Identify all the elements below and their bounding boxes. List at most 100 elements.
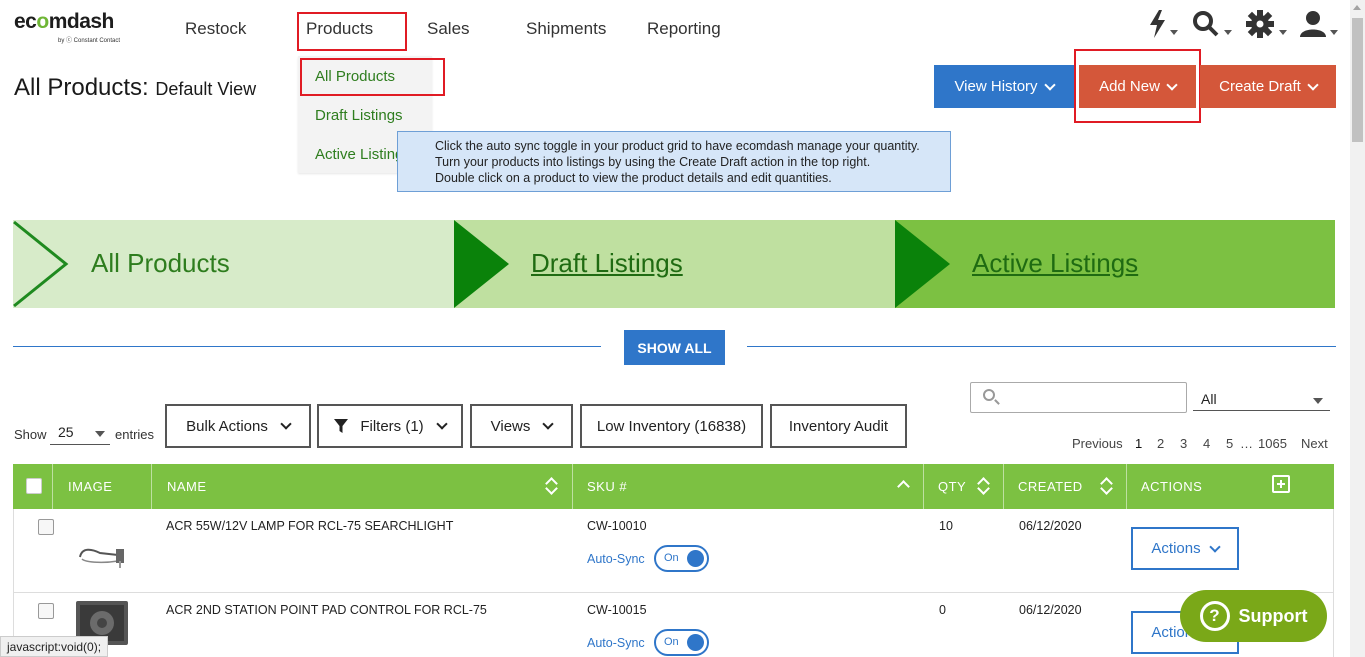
toggle-knob <box>687 634 704 651</box>
pager-previous[interactable]: Previous <box>1072 436 1123 451</box>
search-icon[interactable] <box>1192 10 1222 40</box>
page-scrollbar[interactable] <box>1350 0 1365 657</box>
header-image: IMAGE <box>53 464 152 509</box>
table-row[interactable]: ACR 55W/12V LAMP FOR RCL-75 SEARCHLIGHT … <box>13 509 1334 593</box>
pager-page-5[interactable]: 5 <box>1226 436 1233 451</box>
auto-sync-toggle[interactable]: On <box>654 629 709 656</box>
entries-select[interactable]: 25 <box>50 421 110 445</box>
segment-draft-listings[interactable]: Draft Listings <box>454 220 895 308</box>
sort-icon[interactable] <box>1100 476 1112 496</box>
add-new-highlight-box <box>1074 49 1201 123</box>
auto-sync-label: Auto-Sync <box>587 636 645 650</box>
auto-sync-label: Auto-Sync <box>587 552 645 566</box>
toggle-state-label: On <box>664 636 679 648</box>
page-title-text: All Products: <box>14 74 149 101</box>
search-caret-icon <box>1224 30 1232 35</box>
header-created-label: CREATED <box>1018 479 1083 494</box>
sort-icon[interactable] <box>545 476 557 496</box>
table-row[interactable]: ACR 2ND STATION POINT PAD CONTROL FOR RC… <box>13 593 1334 657</box>
support-label: Support <box>1238 605 1308 626</box>
show-all-button[interactable]: SHOW ALL <box>624 330 725 365</box>
bolt-caret-icon <box>1170 30 1178 35</box>
product-qty: 0 <box>939 603 946 617</box>
view-history-button[interactable]: View History <box>934 65 1074 108</box>
dropdown-draft-listings[interactable]: Draft Listings <box>315 107 403 124</box>
product-sku: CW-10015 <box>587 603 647 617</box>
nav-sales[interactable]: Sales <box>427 19 470 39</box>
product-created: 06/12/2020 <box>1019 519 1082 533</box>
header-qty[interactable]: QTY <box>924 464 1004 509</box>
search-scope-select[interactable]: All <box>1193 388 1330 411</box>
product-name: ACR 2ND STATION POINT PAD CONTROL FOR RC… <box>166 603 487 617</box>
help-icon: ? <box>1199 601 1230 631</box>
table-header: IMAGE NAME SKU # QTY CREATED ACTIONS <box>13 464 1334 509</box>
arrow-outline-icon <box>13 220 69 308</box>
chevron-down-icon <box>1208 540 1221 553</box>
sort-ascending-icon[interactable] <box>897 480 910 493</box>
create-draft-button[interactable]: Create Draft <box>1200 65 1336 108</box>
bulk-actions-label: Bulk Actions <box>186 417 268 435</box>
divider-right <box>747 346 1336 347</box>
scroll-thumb[interactable] <box>1352 18 1363 142</box>
pager-page-2[interactable]: 2 <box>1157 436 1164 451</box>
divider-left <box>13 346 601 347</box>
bolt-icon[interactable] <box>1148 10 1178 40</box>
views-button[interactable]: Views <box>470 404 573 448</box>
row-checkbox[interactable] <box>38 519 54 535</box>
filters-label: Filters (1) <box>360 417 424 435</box>
row-checkbox[interactable] <box>38 603 54 619</box>
search-scope-value: All <box>1201 391 1217 407</box>
scroll-up-icon[interactable] <box>1353 5 1361 10</box>
browser-status-bar: javascript:void(0); <box>0 636 109 657</box>
bulk-actions-button[interactable]: Bulk Actions <box>165 404 311 448</box>
header-sku[interactable]: SKU # <box>573 464 924 509</box>
add-column-icon[interactable] <box>1272 475 1290 493</box>
chevron-down-icon <box>1043 78 1056 91</box>
filters-button[interactable]: Filters (1) <box>317 404 463 448</box>
header-name[interactable]: NAME <box>152 464 573 509</box>
filter-icon <box>334 419 349 433</box>
search-icon <box>983 389 995 401</box>
ecomdash-logo[interactable]: ecomdash by ⓒ Constant Contact <box>14 10 134 46</box>
header-select-cell <box>13 464 53 509</box>
views-label: Views <box>490 417 531 435</box>
gear-caret-icon <box>1279 30 1287 35</box>
pager-page-last[interactable]: 1065 <box>1258 436 1287 451</box>
product-created: 06/12/2020 <box>1019 603 1082 617</box>
product-thumbnail[interactable] <box>76 531 126 569</box>
support-button[interactable]: ? Support <box>1180 590 1327 642</box>
user-icon[interactable] <box>1300 10 1330 40</box>
auto-sync-toggle[interactable]: On <box>654 545 709 572</box>
user-caret-icon <box>1330 30 1338 35</box>
nav-shipments[interactable]: Shipments <box>526 19 606 39</box>
sort-icon[interactable] <box>977 476 989 496</box>
products-highlight-box <box>297 12 407 51</box>
chevron-down-icon <box>280 418 292 430</box>
pager-next[interactable]: Next <box>1301 436 1328 451</box>
low-inventory-button[interactable]: Low Inventory (16838) <box>580 404 763 448</box>
segment-active-listings[interactable]: Active Listings <box>895 220 1335 308</box>
segment-all-products[interactable]: All Products <box>13 220 454 308</box>
nav-restock[interactable]: Restock <box>185 19 246 39</box>
search-input[interactable] <box>970 382 1187 413</box>
header-name-label: NAME <box>167 479 207 494</box>
header-qty-label: QTY <box>938 479 967 494</box>
pager-page-4[interactable]: 4 <box>1203 436 1210 451</box>
info-line-1: Click the auto sync toggle in your produ… <box>435 139 920 153</box>
segment-active-listings-label[interactable]: Active Listings <box>972 248 1138 279</box>
header-created[interactable]: CREATED <box>1004 464 1127 509</box>
pager-page-3[interactable]: 3 <box>1180 436 1187 451</box>
segment-draft-listings-label[interactable]: Draft Listings <box>531 248 683 279</box>
inventory-audit-button[interactable]: Inventory Audit <box>770 404 907 448</box>
all-products-highlight-box <box>300 58 445 96</box>
gear-icon[interactable] <box>1246 10 1276 40</box>
nav-reporting[interactable]: Reporting <box>647 19 721 39</box>
listing-funnel-banner: All Products Draft Listings Active Listi… <box>13 220 1335 308</box>
view-history-label: View History <box>954 78 1038 95</box>
pager-page-1[interactable]: 1 <box>1135 436 1142 451</box>
show-label: Show <box>14 427 47 442</box>
chevron-down-icon <box>1313 398 1323 404</box>
select-all-checkbox[interactable] <box>26 478 42 494</box>
pager-ellipsis: … <box>1240 436 1253 451</box>
row-actions-button[interactable]: Actions <box>1131 527 1239 570</box>
